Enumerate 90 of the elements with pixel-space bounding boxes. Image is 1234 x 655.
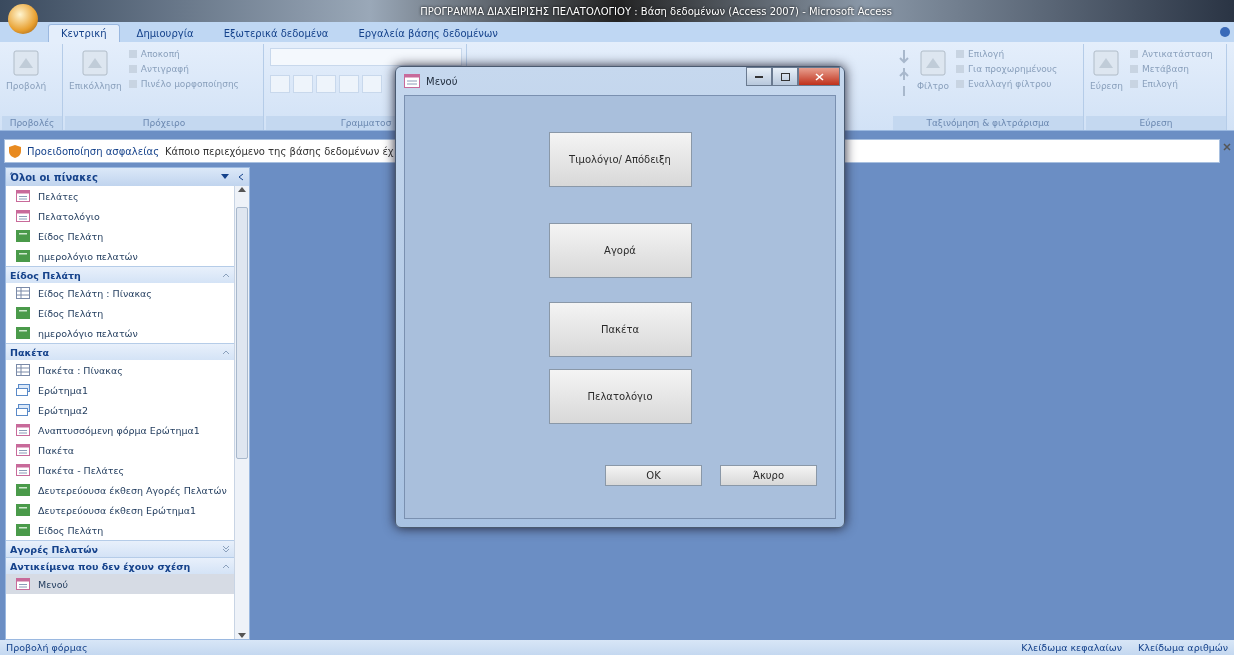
- form-icon: [16, 210, 30, 222]
- scrollbar[interactable]: [234, 186, 249, 639]
- query-icon: [16, 384, 30, 396]
- nav-item[interactable]: ημερολόγιο πελατών: [6, 323, 234, 343]
- window-title: ΠΡΟΓΡΑΜΜΑ ΔΙΑΧΕΙΡΙΣΗΣ ΠΕΛΑΤΟΛΟΓΙΟΥ : Βάση δεδομένων (Access 2007) - Microsoft Access: [419, 5, 893, 17]
- group-label: Πρόχειρο: [65, 116, 263, 130]
- form-icon: [404, 74, 420, 88]
- close-button[interactable]: [798, 67, 840, 86]
- nav-item[interactable]: Μενού: [6, 574, 234, 594]
- security-title: Προειδοποίηση ασφαλείας: [27, 145, 159, 157]
- menu-button[interactable]: Πακέτα: [548, 302, 692, 357]
- table-icon: [16, 364, 30, 376]
- dialog-button[interactable]: Άκυρο: [720, 465, 817, 486]
- group-label: Ταξινόμηση & φιλτράρισμα: [893, 116, 1083, 130]
- maximize-icon: [780, 72, 790, 81]
- nav-item[interactable]: Αναπτυσσόμενη φόρμα Ερώτημα1: [6, 420, 234, 440]
- ribbon-small-icon: [955, 49, 966, 59]
- table-icon: [16, 287, 30, 299]
- ribbon-tab[interactable]: Εξωτερικά δεδομένα: [210, 24, 342, 42]
- nav-item[interactable]: Είδος Πελάτη: [6, 226, 234, 246]
- group-label: Εύρεση: [1086, 116, 1226, 130]
- nav-item[interactable]: Πακέτα - Πελάτες: [6, 460, 234, 480]
- ribbon-small-icon: [1128, 49, 1139, 59]
- chevron-icon[interactable]: [222, 562, 230, 570]
- format-button[interactable]: [362, 75, 382, 93]
- menu-button[interactable]: Αγορά: [548, 223, 692, 278]
- ribbon-large-icon: [1091, 48, 1122, 78]
- status-text: Προβολή φόρμας: [6, 642, 89, 653]
- ribbon-large-icon: [918, 48, 949, 78]
- menu-button[interactable]: Πελατολόγιο: [548, 369, 692, 424]
- group-label: Προβολές: [2, 116, 62, 130]
- format-button[interactable]: [270, 75, 290, 93]
- status-indicator: Κλείδωμα αριθμών: [1138, 642, 1228, 653]
- close-icon[interactable]: [1223, 143, 1231, 151]
- nav-item[interactable]: Είδος Πελάτη: [6, 520, 234, 540]
- ribbon-small-icon: [127, 64, 138, 74]
- form-icon: [16, 578, 30, 590]
- nav-item[interactable]: Πακέτα: [6, 440, 234, 460]
- form-icon: [16, 190, 30, 202]
- report-icon: [16, 230, 30, 242]
- form-icon: [16, 444, 30, 456]
- nav-item[interactable]: Ερώτημα2: [6, 400, 234, 420]
- nav-item[interactable]: Είδος Πελάτη : Πίνακας: [6, 283, 234, 303]
- report-icon: [16, 524, 30, 536]
- report-icon: [16, 327, 30, 339]
- nav-item[interactable]: Πελατολόγιο: [6, 206, 234, 226]
- menu-button[interactable]: Τιμολόγιο/ Απόδειξη: [548, 132, 692, 187]
- close-icon: [814, 72, 824, 81]
- report-icon: [16, 504, 30, 516]
- form-icon: [16, 424, 30, 436]
- chevron-icon[interactable]: [222, 545, 230, 553]
- form-icon: [16, 464, 30, 476]
- dialog-title: Μενού: [426, 75, 459, 87]
- shield-icon: [9, 144, 21, 158]
- ribbon-small-icon: [127, 49, 138, 59]
- status-indicator: Κλείδωμα κεφαλαίων: [1021, 642, 1123, 653]
- chevron-icon[interactable]: [222, 348, 230, 356]
- security-message: Κάποιο περιεχόμενο της βάσης δεδομένων έχ: [165, 145, 394, 157]
- ribbon-small-icon: [955, 64, 966, 74]
- minimize-icon: [755, 75, 763, 78]
- format-button[interactable]: [316, 75, 336, 93]
- nav-item[interactable]: Δευτερεύουσα έκθεση Αγορές Πελατών: [6, 480, 234, 500]
- nav-item[interactable]: ημερολόγιο πελατών: [6, 246, 234, 266]
- minimize-button[interactable]: [746, 67, 772, 86]
- nav-item[interactable]: Είδος Πελάτη: [6, 303, 234, 323]
- help-icon[interactable]: [1220, 27, 1230, 37]
- nav-item[interactable]: Ερώτημα1: [6, 380, 234, 400]
- nav-item[interactable]: Πακέτα : Πίνακας: [6, 360, 234, 380]
- font-field[interactable]: [270, 48, 462, 66]
- ribbon-large-icon: [80, 48, 111, 78]
- dialog-button[interactable]: OK: [605, 465, 702, 486]
- ribbon-small-icon: [1128, 64, 1139, 74]
- chevron-icon[interactable]: [222, 271, 230, 279]
- report-icon: [16, 250, 30, 262]
- nav-item[interactable]: Δευτερεύουσα έκθεση Ερώτημα1: [6, 500, 234, 520]
- nav-item[interactable]: Πελάτες: [6, 186, 234, 206]
- query-icon: [16, 404, 30, 416]
- ribbon-large-icon: [11, 48, 42, 78]
- office-button[interactable]: [8, 4, 38, 34]
- format-button[interactable]: [293, 75, 313, 93]
- ribbon-tab[interactable]: Εργαλεία βάσης δεδομένων: [345, 24, 511, 42]
- maximize-button[interactable]: [772, 67, 798, 86]
- ribbon-tab[interactable]: Κεντρική: [48, 24, 120, 42]
- ribbon-tab[interactable]: Δημιουργία: [123, 24, 207, 42]
- report-icon: [16, 484, 30, 496]
- sort-icon: [897, 48, 911, 98]
- report-icon: [16, 307, 30, 319]
- collapse-icon[interactable]: [237, 173, 245, 181]
- dropdown-icon[interactable]: [221, 174, 229, 180]
- format-button[interactable]: [339, 75, 359, 93]
